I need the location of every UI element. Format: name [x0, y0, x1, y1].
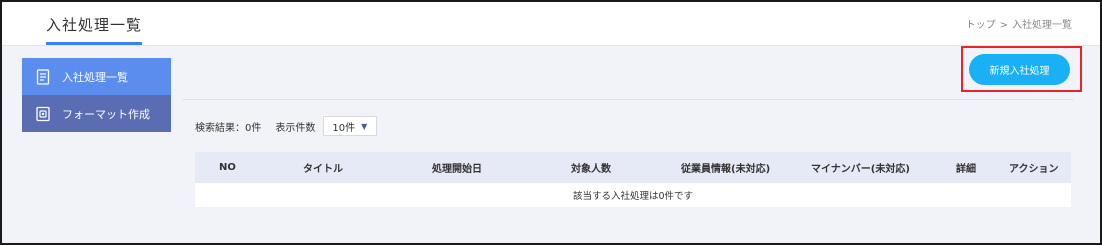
onboarding-table: NO タイトル 処理開始日 対象人数 従業員情報(未対応) マイナンバー(未対応… [195, 152, 1071, 207]
column-header-target-count: 対象人数 [571, 164, 611, 175]
column-header-employee-info: 従業員情報(未対応) [681, 164, 771, 175]
table-header: NO タイトル 処理開始日 対象人数 従業員情報(未対応) マイナンバー(未対応… [195, 152, 1071, 183]
per-page-value: 10件 [332, 122, 356, 134]
sidebar-item-label: フォーマット作成 [62, 107, 150, 121]
breadcrumb-top-link[interactable]: トップ [966, 20, 996, 31]
sidebar-item-label: 入社処理一覧 [62, 70, 128, 84]
per-page-select[interactable]: 10件 ▼ [323, 116, 378, 136]
title-underline [46, 42, 142, 45]
breadcrumb: トップ > 入社処理一覧 [966, 16, 1072, 31]
sidebar-item-onboarding-list[interactable]: 入社処理一覧 [22, 58, 171, 95]
app-window: 入社処理一覧 トップ > 入社処理一覧 入社処理一覧 フォーマット作成 新規入社… [0, 0, 1102, 245]
page-header: 入社処理一覧 トップ > 入社処理一覧 [2, 2, 1100, 46]
page-title: 入社処理一覧 [46, 16, 143, 34]
result-count: 検索結果：0件 [195, 122, 262, 134]
table-empty-row: 該当する入社処理は0件です [195, 183, 1071, 207]
per-page-label: 表示件数 [275, 122, 316, 134]
sidebar-item-format-create[interactable]: フォーマット作成 [22, 95, 171, 132]
new-onboarding-button[interactable]: 新規入社処理 [969, 54, 1070, 85]
main-content: 新規入社処理 検索結果：0件 表示件数 10件 ▼ NO タイトル 処理開始日 … [183, 46, 1083, 243]
document-list-icon [36, 68, 50, 85]
column-header-action: アクション [1009, 164, 1059, 175]
column-header-detail: 詳細 [956, 164, 976, 175]
divider [183, 99, 1073, 100]
column-header-no: NO [219, 162, 236, 173]
caret-down-icon: ▼ [361, 121, 368, 131]
column-header-my-number: マイナンバー(未対応) [811, 164, 910, 175]
empty-message: 該当する入社処理は0件です [572, 191, 694, 202]
breadcrumb-separator: > [999, 20, 1008, 31]
breadcrumb-current: 入社処理一覧 [1012, 20, 1072, 31]
column-header-title: タイトル [303, 164, 343, 175]
sidebar: 入社処理一覧 フォーマット作成 [22, 58, 171, 132]
format-template-icon [36, 106, 50, 122]
column-header-start-date: 処理開始日 [432, 164, 482, 175]
search-result-bar: 検索結果：0件 表示件数 10件 ▼ [195, 116, 378, 136]
